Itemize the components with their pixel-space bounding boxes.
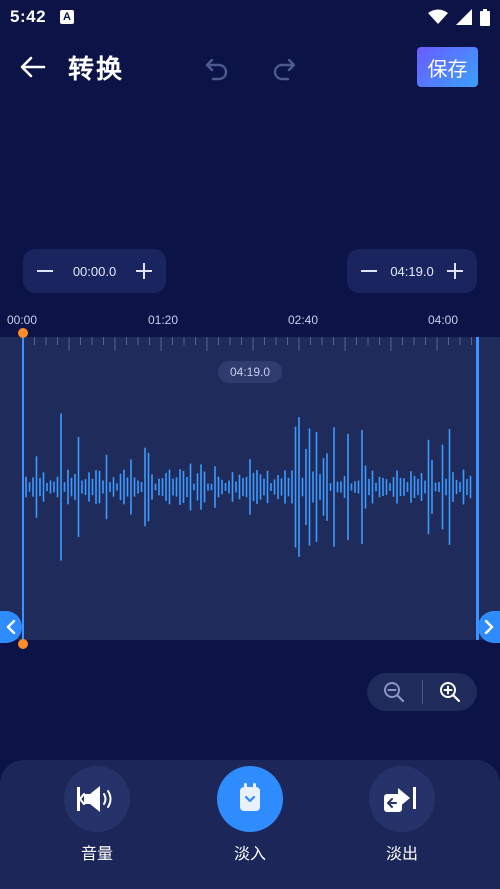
status-bar: 5:42 A [0,0,500,34]
chevron-left-icon [6,620,16,634]
start-decrease-button[interactable] [37,263,53,279]
zoom-out-icon [384,682,405,703]
tool-fade-in[interactable]: 淡入 [205,766,295,864]
duration-badge: 04:19.0 [218,361,282,383]
ruler-label: 00:00 [7,313,38,327]
tool-volume[interactable]: 音量 [52,766,142,864]
end-increase-button[interactable] [447,263,463,279]
volume-icon [77,786,112,812]
playhead-handle-bottom[interactable] [18,639,28,649]
selection-end-line [476,337,479,640]
ruler-label: 04:00 [428,313,459,327]
tool-fade-in-label: 淡入 [233,846,266,863]
zoom-in-icon [439,682,460,703]
zoom-out-button[interactable] [367,673,422,711]
tool-fade-out-label: 淡出 [385,846,418,863]
end-time-stepper: 04:19.0 [347,249,477,293]
end-decrease-button[interactable] [361,263,377,279]
wifi-icon [428,9,448,24]
toolbar: 转换 保存 [0,40,500,92]
start-time-stepper: 00:00.0 [23,249,166,293]
playhead-handle-top[interactable] [18,328,28,338]
waveform-track[interactable]: 04:19.0 [0,337,500,640]
page-title: 转换 [68,54,125,84]
fade-in-icon [240,783,260,811]
notification-icon: A [60,10,75,24]
signal-icon [456,9,472,25]
start-increase-button[interactable] [136,263,152,279]
start-time-value: 00:00.0 [72,263,117,279]
tool-fade-in-circle [217,766,283,832]
tool-fade-out[interactable]: 淡出 [357,766,447,864]
redo-icon[interactable] [270,54,298,82]
back-arrow-icon[interactable] [18,52,48,82]
tool-volume-label: 音量 [80,846,113,863]
chevron-right-icon [484,620,494,634]
playhead[interactable] [22,332,24,644]
end-time-value: 04:19.0 [390,263,434,279]
undo-icon[interactable] [203,54,231,82]
ruler-label: 01:20 [148,313,179,327]
tool-fade-out-circle [369,766,435,832]
zoom-control [367,673,477,711]
bottom-tool-panel: 音量 淡入 淡出 [0,760,500,889]
zoom-in-button[interactable] [422,673,477,711]
fade-out-icon [384,787,416,812]
save-button[interactable]: 保存 [417,47,478,87]
battery-icon [480,8,490,26]
status-time: 5:42 [10,7,47,26]
ruler-label: 02:40 [288,313,319,327]
status-icons [428,8,490,26]
tool-volume-circle [64,766,130,832]
